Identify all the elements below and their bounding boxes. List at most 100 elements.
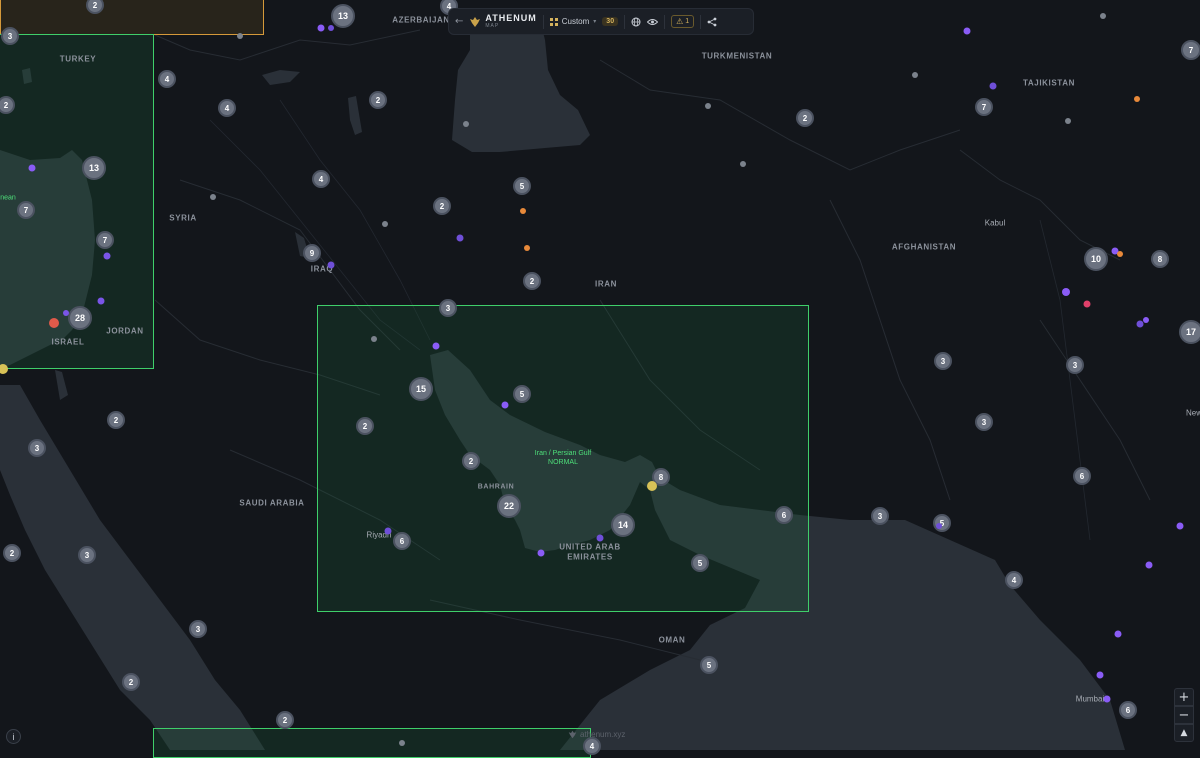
event-dot[interactable] [537, 549, 545, 557]
cluster-marker[interactable]: 6 [393, 532, 411, 550]
event-dot[interactable] [936, 523, 942, 529]
event-dot[interactable] [103, 252, 111, 260]
cluster-marker[interactable]: 3 [28, 439, 46, 457]
cluster-marker[interactable]: 15 [409, 377, 433, 401]
cluster-marker[interactable]: 7 [975, 98, 993, 116]
cluster-marker[interactable]: 2 [107, 411, 125, 429]
cluster-marker[interactable]: 3 [975, 413, 993, 431]
cluster-marker[interactable]: 28 [68, 306, 92, 330]
cluster-marker[interactable]: 4 [1005, 571, 1023, 589]
cluster-marker[interactable]: 2 [3, 544, 21, 562]
cluster-marker[interactable]: 4 [312, 170, 330, 188]
event-dot[interactable] [1096, 671, 1104, 679]
event-dot[interactable] [432, 342, 440, 350]
cluster-marker[interactable]: 2 [796, 109, 814, 127]
cluster-marker[interactable]: 7 [17, 201, 35, 219]
cluster-marker[interactable]: 5 [513, 385, 531, 403]
back-button[interactable]: ← [455, 16, 463, 27]
cluster-marker[interactable]: 5 [933, 514, 951, 532]
zoom-out-button[interactable]: − [1174, 706, 1194, 724]
zone-red-sea-south[interactable] [153, 728, 591, 758]
visibility-button[interactable] [647, 18, 659, 26]
cluster-marker[interactable]: 13 [331, 4, 355, 28]
cluster-marker[interactable]: 13 [82, 156, 106, 180]
event-dot[interactable] [647, 481, 657, 491]
info-button[interactable]: i [6, 729, 21, 744]
compass-button[interactable]: ▲ [1174, 724, 1194, 742]
event-dot[interactable] [524, 245, 530, 251]
cluster-marker[interactable]: 4 [158, 70, 176, 88]
cluster-marker[interactable]: 5 [700, 656, 718, 674]
cluster-marker[interactable]: 2 [523, 272, 541, 290]
event-dot[interactable] [382, 221, 388, 227]
cluster-marker[interactable]: 2 [369, 91, 387, 109]
event-dot[interactable] [463, 121, 469, 127]
event-dot[interactable] [384, 527, 392, 535]
event-dot[interactable] [501, 401, 509, 409]
cluster-marker[interactable]: 3 [189, 620, 207, 638]
cluster-marker[interactable]: 3 [1066, 356, 1084, 374]
event-dot[interactable] [97, 297, 105, 305]
event-dot[interactable] [328, 25, 334, 31]
event-dot[interactable] [317, 24, 325, 32]
view-mode-dropdown[interactable]: Custom ▾ [549, 17, 596, 26]
cluster-marker[interactable]: 2 [276, 711, 294, 729]
event-dot[interactable] [1083, 300, 1091, 308]
cluster-marker[interactable]: 5 [513, 177, 531, 195]
cluster-marker[interactable]: 2 [356, 417, 374, 435]
cluster-marker[interactable]: 7 [96, 231, 114, 249]
cluster-marker[interactable]: 22 [497, 494, 521, 518]
event-dot[interactable] [1103, 695, 1111, 703]
cluster-marker[interactable]: 3 [934, 352, 952, 370]
event-dot[interactable] [456, 234, 464, 242]
event-dot[interactable] [1176, 522, 1184, 530]
zone-amber-top[interactable] [0, 0, 264, 35]
event-dot[interactable] [327, 261, 335, 269]
event-dot[interactable] [596, 534, 604, 542]
event-dot[interactable] [1100, 13, 1106, 19]
event-dot[interactable] [1134, 96, 1140, 102]
cluster-marker[interactable]: 9 [303, 244, 321, 262]
cluster-marker[interactable]: 10 [1084, 247, 1108, 271]
event-dot[interactable] [520, 208, 526, 214]
cluster-marker[interactable]: 3 [1, 27, 19, 45]
globe-button[interactable] [631, 17, 641, 27]
cluster-marker[interactable]: 2 [462, 452, 480, 470]
event-dot[interactable] [963, 27, 971, 35]
event-dot[interactable] [740, 161, 746, 167]
event-dot[interactable] [49, 318, 59, 328]
cluster-marker[interactable]: 5 [691, 554, 709, 572]
event-dot[interactable] [1062, 288, 1070, 296]
event-dot[interactable] [28, 164, 36, 172]
brand-logo[interactable]: ATHENUM MAP [469, 13, 536, 30]
cluster-marker[interactable]: 4 [583, 737, 601, 755]
event-dot[interactable] [989, 82, 997, 90]
cluster-marker[interactable]: 3 [78, 546, 96, 564]
event-dot[interactable] [705, 103, 711, 109]
cluster-marker[interactable]: 6 [775, 506, 793, 524]
cluster-marker[interactable]: 7 [1181, 40, 1200, 60]
cluster-marker[interactable]: 14 [611, 513, 635, 537]
cluster-marker[interactable]: 17 [1179, 320, 1200, 344]
event-dot[interactable] [912, 72, 918, 78]
event-dot[interactable] [63, 310, 69, 316]
event-dot[interactable] [1143, 317, 1149, 323]
event-dot[interactable] [1145, 561, 1153, 569]
cluster-marker[interactable]: 6 [1119, 701, 1137, 719]
cluster-marker[interactable]: 3 [439, 299, 457, 317]
cluster-marker[interactable]: 6 [1073, 467, 1091, 485]
event-dot[interactable] [1117, 251, 1123, 257]
event-dot[interactable] [399, 740, 405, 746]
share-button[interactable] [707, 17, 717, 27]
cluster-marker[interactable]: 2 [122, 673, 140, 691]
event-dot[interactable] [210, 194, 216, 200]
cluster-marker[interactable]: 8 [1151, 250, 1169, 268]
event-dot[interactable] [1114, 630, 1122, 638]
event-dot[interactable] [237, 33, 243, 39]
cluster-marker[interactable]: 4 [218, 99, 236, 117]
event-dot[interactable] [371, 336, 377, 342]
event-dot[interactable] [1065, 118, 1071, 124]
alerts-button[interactable]: ⚠ 1 [671, 15, 695, 28]
zoom-in-button[interactable]: + [1174, 688, 1194, 706]
cluster-marker[interactable]: 3 [871, 507, 889, 525]
